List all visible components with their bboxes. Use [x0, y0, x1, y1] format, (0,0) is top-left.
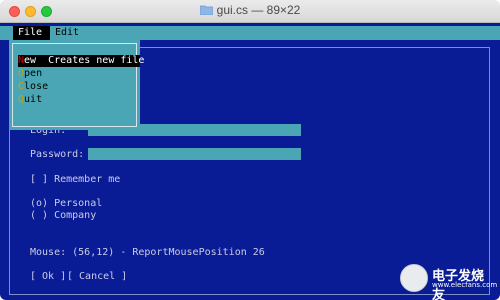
menu-item-close[interactable]: Close [18, 81, 48, 93]
menu-item-new[interactable]: New Creates new file [18, 55, 144, 67]
password-input[interactable] [88, 148, 301, 160]
menu-bar: File Edit [0, 26, 500, 40]
menu-item-close-label: lose [24, 81, 49, 92]
menu-item-quit[interactable]: Quit [18, 94, 42, 106]
menu-item-quit-label: uit [24, 94, 43, 105]
menu-item-open-label: pen [24, 68, 43, 79]
title-bar: gui.cs — 89×22 [0, 0, 500, 23]
file-menu-dropdown: New Creates new file Open Close Quit [9, 40, 144, 130]
terminal-area: File Edit Login: Password: [ ] Remember … [0, 23, 500, 300]
folder-icon [199, 5, 213, 15]
menu-item-new-desc: Creates new file [48, 55, 145, 66]
menu-item-open[interactable]: Open [18, 68, 42, 80]
cancel-button[interactable]: [ Cancel ] [67, 271, 127, 283]
password-label: Password: [30, 149, 85, 160]
window-title-text: gui.cs — 89×22 [216, 3, 301, 17]
window-title: gui.cs — 89×22 [0, 3, 500, 17]
mouse-status: Mouse: (56,12) - ReportMousePosition 26 [30, 247, 265, 258]
menu-item-new-label: ew [24, 55, 37, 66]
ok-button[interactable]: [ Ok ] [30, 271, 66, 283]
watermark-url: www.elecfans.com [432, 281, 498, 289]
terminal-window: gui.cs — 89×22 File Edit Login: Password… [0, 0, 500, 300]
remember-me-checkbox[interactable]: [ ] Remember me [30, 174, 120, 186]
elecfans-logo-icon [400, 264, 428, 292]
file-menu-border: New Creates new file Open Close Quit [12, 43, 144, 127]
menu-edit[interactable]: Edit [55, 26, 79, 40]
radio-company[interactable]: ( ) Company [30, 210, 96, 222]
menu-file[interactable]: File [13, 26, 50, 40]
radio-personal[interactable]: (o) Personal [30, 198, 102, 210]
elecfans-watermark: 电子发烧友 www.elecfans.com [400, 264, 497, 300]
